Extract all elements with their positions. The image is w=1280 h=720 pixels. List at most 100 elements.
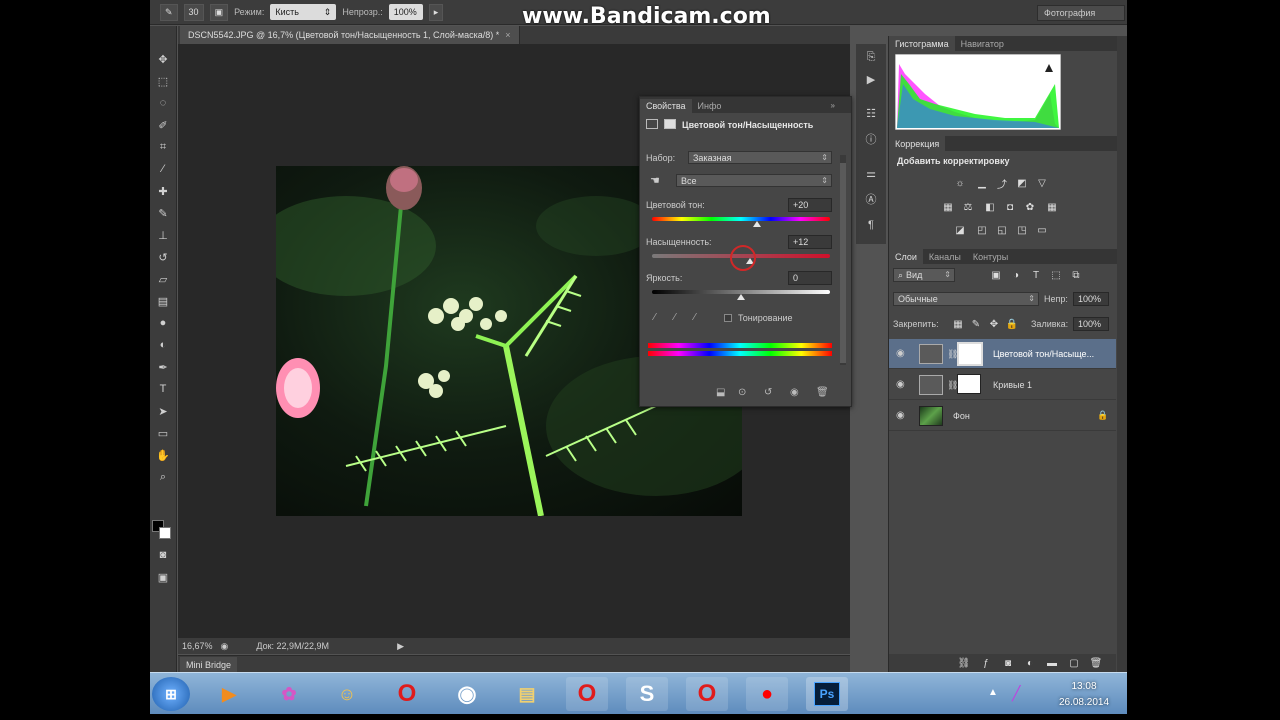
opacity-slider-button[interactable]: ▸ (428, 3, 444, 21)
collapse-panel-icon[interactable]: » (831, 101, 835, 110)
reset-icon[interactable]: ↺ (764, 387, 772, 398)
exposure-icon[interactable]: ◩ (1015, 177, 1029, 189)
layer-row[interactable]: ◉ Фон 🔒 (889, 401, 1116, 431)
new-adjustment-icon[interactable]: ◐ (1023, 657, 1037, 669)
lock-transparency-icon[interactable]: ▦ (951, 318, 965, 330)
game-app-icon[interactable]: ✿ (268, 677, 310, 711)
tab-paths[interactable]: Контуры (967, 249, 1014, 264)
tray-pen-icon[interactable]: ╱ (1012, 685, 1020, 702)
new-layer-icon[interactable]: ▢ (1067, 657, 1081, 669)
layer-filter-dropdown[interactable]: ⌕ Вид ⇕ (893, 268, 955, 282)
status-menu-arrow-icon[interactable]: ▶ (397, 641, 404, 652)
visibility-eye-icon[interactable]: ◉ (790, 387, 799, 398)
visibility-eye-icon[interactable]: ◉ (896, 410, 905, 421)
brush-presets-icon[interactable]: ⚌ (864, 166, 878, 180)
move-tool-icon[interactable]: ✥ (154, 50, 172, 68)
history-icon[interactable]: ⎘ (864, 50, 878, 64)
hue-slider-thumb[interactable] (753, 221, 762, 227)
document-tab[interactable]: DSCN5542.JPG @ 16,7% (Цветовой тон/Насыщ… (180, 26, 520, 44)
path-select-icon[interactable]: ➤ (154, 402, 172, 420)
paragraph-icon[interactable]: ¶ (864, 218, 878, 232)
bandicam-record-icon[interactable]: ● (746, 677, 788, 711)
posterize-icon[interactable]: ◰ (975, 224, 989, 236)
media-player-icon[interactable]: ▶ (208, 677, 250, 711)
brush-size-picker[interactable]: 30 (183, 3, 204, 21)
gradient-map-icon[interactable]: ▭ (1035, 224, 1049, 236)
lasso-tool-icon[interactable]: ◌ (154, 94, 172, 112)
opera-window-icon[interactable]: O (686, 677, 728, 711)
screen-mode-icon[interactable]: ▣ (154, 568, 172, 586)
mode-dropdown[interactable]: Кисть ⇕ (270, 4, 337, 20)
layer-row[interactable]: ◉ ⛓ Цветовой тон/Насыще... (889, 339, 1116, 369)
marquee-tool-icon[interactable]: ⬚ (154, 72, 172, 90)
dock-scrollbar[interactable] (1117, 36, 1127, 672)
shape-tool-icon[interactable]: ▭ (154, 424, 172, 442)
start-button-windows-icon[interactable]: ⊞ (152, 677, 190, 711)
eyedropper-icon[interactable]: ⁄ (654, 312, 656, 323)
skype-icon[interactable]: S (626, 677, 668, 711)
brightness-icon[interactable]: ☼ (953, 177, 967, 189)
tab-properties[interactable]: Свойства (640, 99, 692, 113)
properties-icon[interactable]: ☷ (864, 106, 878, 120)
zoom-tool-icon[interactable]: ⌕ (154, 468, 172, 486)
layer-mask-thumbnail[interactable] (957, 374, 981, 394)
status-info-icon[interactable]: ◉ (221, 641, 229, 652)
delete-layer-icon[interactable]: 🗑 (1089, 657, 1103, 669)
subway-surfers-icon[interactable]: ☺ (326, 677, 368, 711)
eyedropper-add-icon[interactable]: ⁄ (674, 312, 676, 323)
eyedropper-tool-icon[interactable]: ⁄ (154, 160, 172, 178)
invert-icon[interactable]: ◪ (953, 224, 967, 236)
tab-info[interactable]: Инфо (692, 99, 728, 113)
hue-saturation-icon[interactable]: ▦ (941, 201, 955, 213)
background-color-swatch[interactable] (159, 527, 171, 539)
hue-slider[interactable] (652, 217, 830, 221)
link-layers-icon[interactable]: ⛓ (957, 657, 971, 669)
quick-mask-icon[interactable]: ◙ (154, 546, 172, 564)
filter-smart-icon[interactable]: ⧉ (1069, 269, 1083, 281)
vibrance-icon[interactable]: ▽ (1035, 177, 1049, 189)
crop-tool-icon[interactable]: ⌗ (154, 138, 172, 156)
add-mask-icon[interactable]: ◙ (1001, 657, 1015, 669)
character-icon[interactable]: Ⓐ (864, 192, 878, 206)
photoshop-taskbar-button[interactable]: Ps (806, 677, 848, 711)
filter-adjustment-icon[interactable]: ◑ (1009, 269, 1023, 281)
blend-mode-dropdown[interactable]: Обычные ⇕ (893, 292, 1039, 306)
layer-name[interactable]: Кривые 1 (993, 380, 1032, 390)
lock-all-icon[interactable]: 🔒 (1005, 318, 1019, 330)
brush-panel-icon[interactable]: ▣ (209, 3, 229, 21)
photo-filter-icon[interactable]: ◘ (1003, 201, 1017, 213)
dodge-tool-icon[interactable]: ◐ (154, 336, 172, 354)
clip-to-layer-icon[interactable]: ⬓ (716, 387, 725, 398)
layer-mask-thumbnail[interactable] (957, 342, 983, 366)
filter-pixel-icon[interactable]: ▣ (989, 269, 1003, 281)
view-previous-icon[interactable]: ⊙ (738, 387, 746, 398)
layer-mask-icon[interactable] (664, 119, 676, 129)
opera-browser-icon[interactable]: O (386, 677, 428, 711)
layer-name[interactable]: Цветовой тон/Насыще... (993, 349, 1094, 359)
tab-channels[interactable]: Каналы (923, 249, 967, 264)
hand-tool-icon[interactable]: ✋ (154, 446, 172, 464)
mini-bridge-tab[interactable]: Mini Bridge (180, 657, 238, 672)
close-icon[interactable]: × (505, 30, 510, 40)
color-lookup-icon[interactable]: ▦ (1045, 201, 1059, 213)
clone-stamp-icon[interactable]: ⊥ (154, 226, 172, 244)
visibility-eye-icon[interactable]: ◉ (896, 379, 905, 390)
eyedropper-subtract-icon[interactable]: ⁄ (694, 312, 696, 323)
visibility-eye-icon[interactable]: ◉ (896, 348, 905, 359)
filter-shape-icon[interactable]: ⬚ (1049, 269, 1063, 281)
opera-window-icon[interactable]: O (566, 677, 608, 711)
hue-value-field[interactable]: +20 (788, 198, 832, 212)
tab-adjustments[interactable]: Коррекция (889, 136, 946, 151)
brush-tool-icon[interactable]: ✎ (154, 204, 172, 222)
info-icon[interactable]: ⓘ (864, 132, 878, 146)
layer-name[interactable]: Фон (953, 411, 970, 421)
history-brush-icon[interactable]: ↺ (154, 248, 172, 266)
threshold-icon[interactable]: ◱ (995, 224, 1009, 236)
curves-icon[interactable]: ⤴ (995, 177, 1009, 191)
preset-dropdown[interactable]: Заказная ⇕ (688, 151, 832, 164)
opacity-field[interactable]: 100% (388, 4, 423, 20)
actions-play-icon[interactable]: ▶ (864, 72, 878, 86)
saturation-value-field[interactable]: +12 (788, 235, 832, 249)
pen-tool-icon[interactable]: ✒ (154, 358, 172, 376)
file-explorer-icon[interactable]: ▤ (506, 677, 548, 711)
